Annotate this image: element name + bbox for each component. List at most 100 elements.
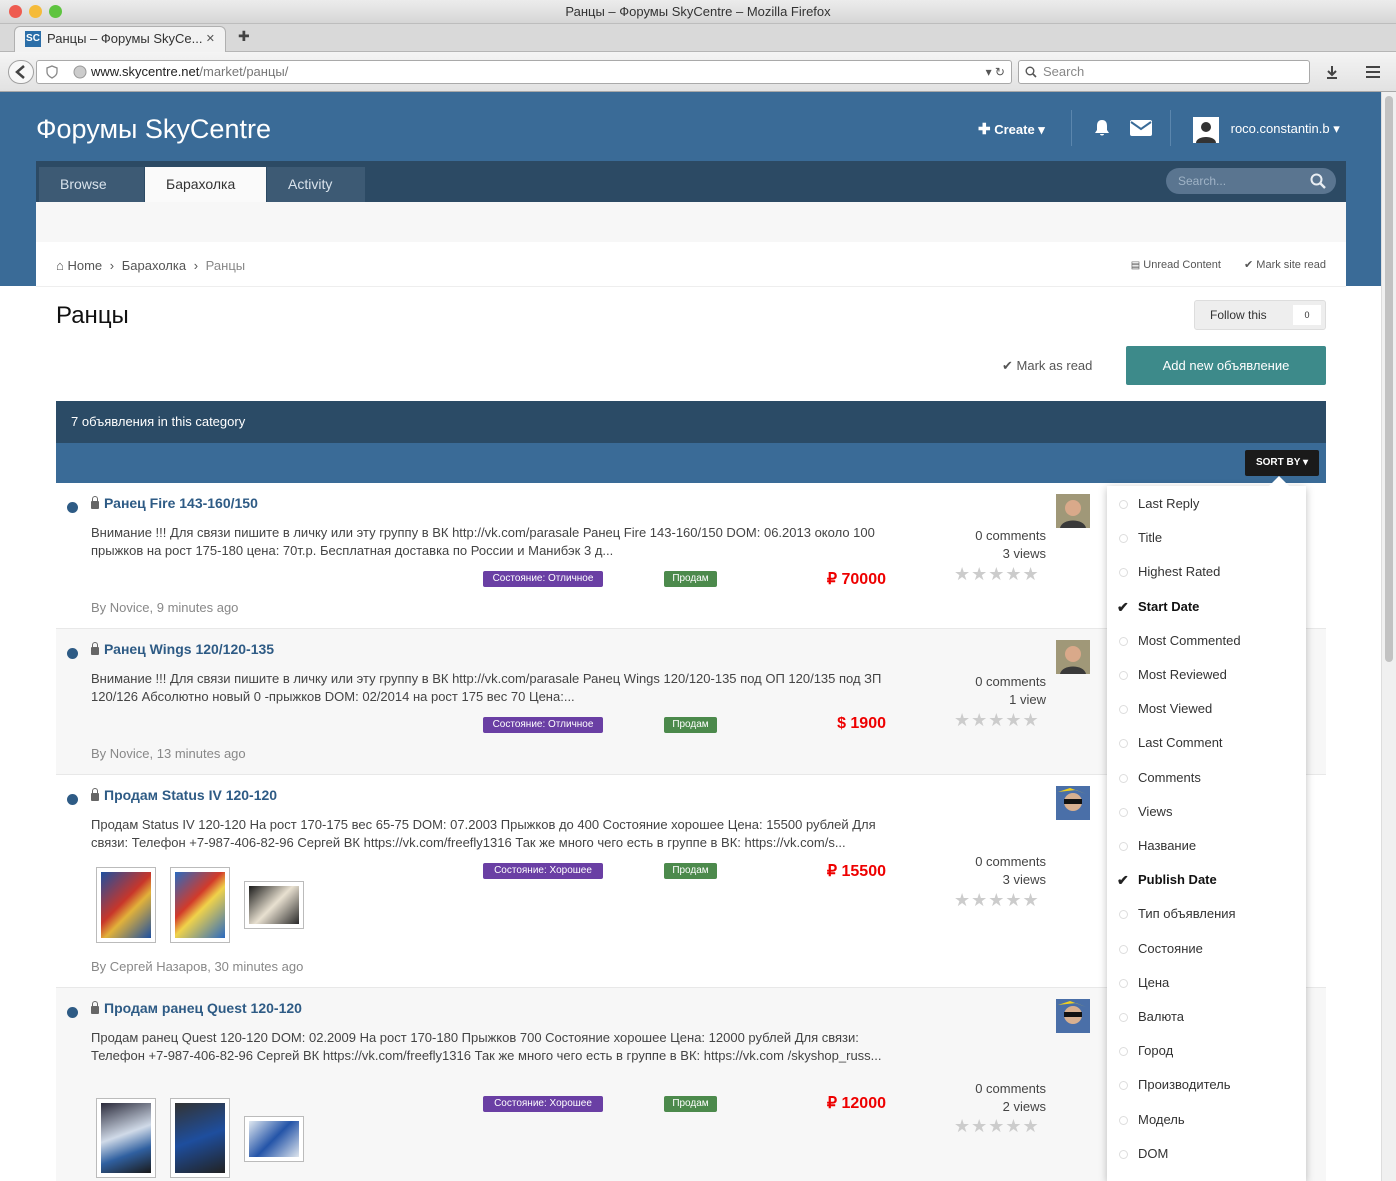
browser-tab[interactable]: SC Ранцы – Форумы SkyCe... ✕: [14, 26, 226, 52]
create-label: Create: [994, 122, 1035, 137]
unread-content-link[interactable]: Unread Content: [1143, 259, 1221, 271]
bell-icon[interactable]: [1092, 118, 1112, 138]
radio-icon: [1119, 1013, 1128, 1022]
sort-option[interactable]: DOM: [1107, 1137, 1306, 1171]
plus-icon: ✚: [978, 121, 991, 138]
browser-search-input[interactable]: Search: [1018, 60, 1310, 84]
sort-option[interactable]: Most Reviewed: [1107, 658, 1306, 692]
browser-search-placeholder: Search: [1043, 64, 1085, 79]
sort-option[interactable]: ✔ Publish Date: [1107, 863, 1306, 897]
sort-option[interactable]: Title: [1107, 521, 1306, 555]
listing-price: ₽ 12000: [826, 1095, 886, 1112]
sort-option[interactable]: Most Viewed: [1107, 692, 1306, 726]
author-avatar[interactable]: [1056, 999, 1090, 1033]
listing-title[interactable]: Продам Status IV 120-120: [104, 787, 277, 803]
menu-icon[interactable]: [1364, 64, 1382, 80]
sort-option-label: Состояние: [1138, 940, 1203, 956]
sort-option[interactable]: Last Comment: [1107, 726, 1306, 760]
breadcrumb-home[interactable]: Home: [67, 258, 102, 273]
add-listing-button[interactable]: Add new объявление: [1126, 346, 1326, 385]
sort-option[interactable]: Модель: [1107, 1103, 1306, 1137]
listing-thumbnail[interactable]: [244, 1116, 304, 1162]
sort-option-label: Город: [1138, 1043, 1174, 1059]
sort-option[interactable]: Views: [1107, 795, 1306, 829]
sort-option-label: Views: [1138, 803, 1173, 819]
sort-option-label: Тип объявления: [1138, 906, 1236, 922]
listing-thumbnail[interactable]: [244, 881, 304, 929]
new-tab-icon[interactable]: ✚: [238, 28, 250, 45]
sort-option[interactable]: Город: [1107, 1034, 1306, 1068]
sort-option[interactable]: Производитель: [1107, 1068, 1306, 1102]
radio-icon: [1119, 910, 1128, 920]
close-tab-icon[interactable]: ✕: [206, 27, 215, 51]
mark-as-read-link[interactable]: ✔ Mark as read: [1002, 358, 1092, 374]
radio-icon: [1119, 500, 1128, 509]
status-badge: Состояние: Хорошее: [483, 863, 603, 879]
unread-dot-icon: [67, 1007, 78, 1018]
author-avatar[interactable]: [1056, 494, 1090, 528]
listing-title[interactable]: Ранец Fire 143-160/150: [104, 495, 258, 511]
unread-icon: ▤: [1130, 260, 1141, 271]
sort-option[interactable]: Тип объявления: [1107, 897, 1306, 931]
listing-description: Внимание !!! Для связи пишите в личку ил…: [91, 525, 875, 558]
listing-description: Продам ранец Quest 120-120 DOM: 02.2009 …: [91, 1030, 882, 1063]
url-bar[interactable]: www.skycentre.net/market/ранцы/ ▾ ↻: [36, 60, 1012, 84]
back-button[interactable]: [8, 60, 34, 84]
listing-thumbnail[interactable]: [96, 1098, 156, 1178]
sort-by-button[interactable]: SORT BY ▾: [1245, 450, 1319, 476]
create-menu[interactable]: ✚ Create ▾: [978, 120, 1045, 138]
site-search-placeholder: Search...: [1178, 174, 1227, 188]
listing-stats: 0 comments 1 view: [936, 673, 1046, 709]
radio-icon: [1119, 1081, 1128, 1091]
envelope-icon[interactable]: [1130, 120, 1152, 136]
mark-site-read-link[interactable]: Mark site read: [1256, 259, 1326, 271]
sort-option[interactable]: Название: [1107, 829, 1306, 863]
scrollbar-thumb[interactable]: [1385, 96, 1393, 662]
chevron-right-icon: ›: [193, 258, 199, 273]
breadcrumb-baraholka[interactable]: Барахолка: [122, 258, 186, 273]
minimize-window-icon[interactable]: [29, 5, 42, 18]
search-icon[interactable]: [1310, 173, 1326, 189]
user-menu[interactable]: roco.constantin.b ▾: [1193, 116, 1340, 143]
download-icon[interactable]: [1324, 64, 1340, 80]
caret-down-icon: ▾: [1038, 122, 1045, 137]
caret-down-icon: ▾: [1333, 121, 1340, 136]
tab-browse[interactable]: Browse: [39, 167, 144, 202]
listing-stats: 0 comments 3 views: [936, 853, 1046, 889]
sort-option[interactable]: Most Commented: [1107, 624, 1306, 658]
sort-option[interactable]: ✔ Start Date: [1107, 590, 1306, 624]
follow-button[interactable]: Follow this 0: [1194, 300, 1326, 330]
author-avatar[interactable]: [1056, 640, 1090, 674]
sort-option-label: Most Commented: [1138, 632, 1241, 648]
sort-option[interactable]: Highest Rated: [1107, 555, 1306, 589]
author-avatar[interactable]: [1056, 786, 1090, 820]
sort-option[interactable]: Comments: [1107, 761, 1306, 795]
listing-title[interactable]: Ранец Wings 120/120-135: [104, 641, 274, 657]
unread-dot-icon: [67, 648, 78, 659]
zoom-window-icon[interactable]: [49, 5, 62, 18]
radio-icon: [1119, 978, 1128, 988]
sort-option[interactable]: Last Reply: [1107, 487, 1306, 521]
reload-icon[interactable]: ▾ ↻: [986, 61, 1005, 83]
listing-count-header: 7 объявления in this category: [56, 401, 1326, 443]
sort-option-label: Модель: [1138, 1111, 1185, 1127]
comment-count: 0 comments: [975, 854, 1046, 869]
sort-option[interactable]: Состояние: [1107, 932, 1306, 966]
sort-option-label: Publish Date: [1138, 872, 1217, 888]
radio-icon: [1119, 807, 1128, 817]
listing-thumbnail[interactable]: [170, 1098, 230, 1178]
radio-icon: [1119, 534, 1128, 544]
listing-thumbnail[interactable]: [96, 867, 156, 943]
sort-option-label: DOM: [1138, 1145, 1169, 1161]
listing-title[interactable]: Продам ранец Quest 120-120: [104, 1000, 302, 1016]
tab-activity[interactable]: Activity: [267, 167, 365, 202]
listing-thumbnail[interactable]: [170, 867, 230, 943]
sort-option[interactable]: Валюта: [1107, 1000, 1306, 1034]
site-search-input[interactable]: Search...: [1166, 168, 1336, 194]
page-scrollbar[interactable]: [1381, 92, 1396, 1181]
tab-baraholka[interactable]: Барахолка: [145, 167, 266, 202]
browser-tab-title: Ранцы – Форумы SkyCe...: [47, 31, 203, 46]
sort-option[interactable]: Цена: [1107, 966, 1306, 1000]
close-window-icon[interactable]: [9, 5, 22, 18]
site-title[interactable]: Форумы SkyCentre: [36, 114, 271, 145]
